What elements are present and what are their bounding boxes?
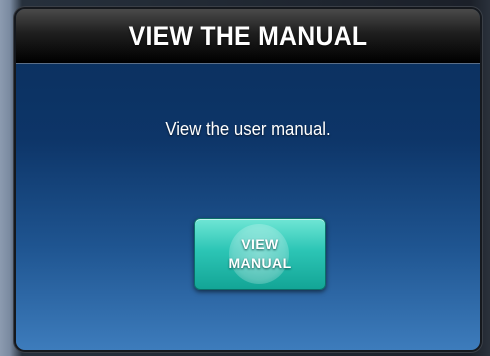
view-manual-button-label: VIEW MANUAL [195,235,325,273]
view-manual-button[interactable]: VIEW MANUAL [194,218,326,290]
dialog-title: VIEW THE MANUAL [128,21,368,51]
dialog-titlebar: VIEW THE MANUAL [16,9,480,64]
button-label-line-2: MANUAL [228,255,292,271]
dialog-message: View the user manual. [165,119,331,139]
button-label-line-1: VIEW [241,236,279,252]
view-manual-dialog: VIEW THE MANUAL View the user manual. VI… [16,9,480,350]
